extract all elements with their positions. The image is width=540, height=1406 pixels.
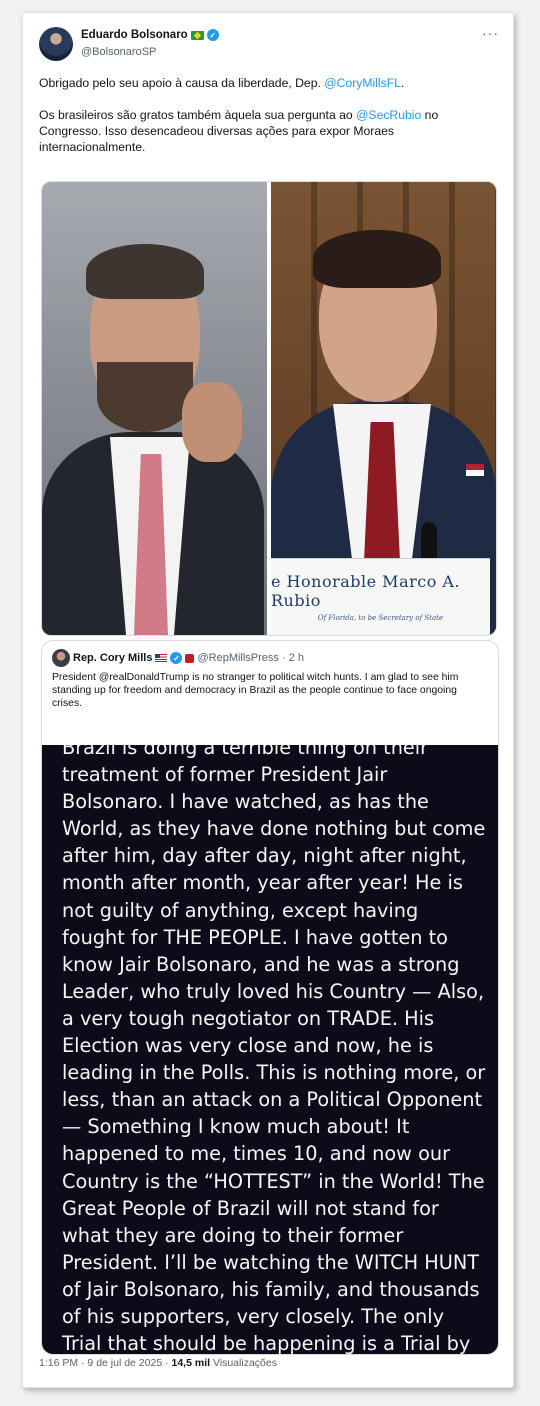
quoted-author-handle: @RepMillsPress <box>197 652 279 664</box>
nameplate-title: e Honorable Marco A. Rubio <box>271 572 461 610</box>
author-name[interactable]: Eduardo Bolsonaro <box>81 29 188 41</box>
hand-shape <box>182 382 242 462</box>
flag-pin-icon <box>466 464 484 476</box>
author-handle[interactable]: @BolsonaroSP <box>81 46 156 58</box>
quoted-tweet-time: · 2 h <box>281 652 304 664</box>
verified-badge-icon: ✓ <box>206 29 219 41</box>
mention-link-secrubio[interactable]: @SecRubio <box>356 108 421 122</box>
tweet-card: Eduardo Bolsonaro ✓ @BolsonaroSP ··· Obr… <box>22 12 514 1388</box>
nameplate: e Honorable Marco A. Rubio Of Florida, t… <box>271 558 490 635</box>
tweet-timestamp[interactable]: 1:16 PM · 9 de jul de 2025 · <box>39 1357 172 1369</box>
verified-badge-icon: ✓ <box>170 652 183 664</box>
affiliation-badge-icon <box>185 653 195 663</box>
quoted-author-name: Rep. Cory Mills <box>73 652 153 664</box>
quoted-tweet[interactable]: Rep. Cory Mills ✓ @RepMillsPress · 2 h P… <box>41 640 499 1355</box>
us-flag-icon <box>155 654 168 662</box>
hair-shape <box>86 244 204 299</box>
photo-cory-mills[interactable] <box>42 182 267 635</box>
quoted-author-avatar <box>52 649 70 667</box>
quoted-tweet-image: Brazil is doing a terrible thing on thei… <box>42 745 498 1354</box>
tweet-p1-text: Obrigado pelo seu apoio à causa da liber… <box>39 76 325 90</box>
tweet-p1-end: . <box>400 76 405 90</box>
quoted-tweet-text: President @realDonaldTrump is no strange… <box>52 672 459 709</box>
author-avatar[interactable] <box>39 27 73 61</box>
nameplate-subtitle: Of Florida, to be Secretary of State <box>317 614 444 622</box>
beard-shape <box>97 362 193 432</box>
photo-marco-rubio[interactable]: e Honorable Marco A. Rubio Of Florida, t… <box>271 182 496 635</box>
hair-shape <box>313 230 441 288</box>
tweet-paragraph-2: Os brasileiros são gratos também àquela … <box>39 107 499 155</box>
views-label: Visualizações <box>210 1357 277 1369</box>
brazil-flag-icon <box>190 30 204 40</box>
tweet-p2-text: Os brasileiros são gratos também àquela … <box>39 108 357 122</box>
views-count: 14,5 mil <box>171 1357 211 1369</box>
author-name-row: Eduardo Bolsonaro ✓ <box>81 29 219 41</box>
tweet-meta: 1:16 PM · 9 de jul de 2025 · 14,5 mil Vi… <box>39 1357 277 1369</box>
tweet-text: Obrigado pelo seu apoio à causa da liber… <box>39 75 499 171</box>
quoted-tweet-header: Rep. Cory Mills ✓ @RepMillsPress · 2 h <box>52 649 304 667</box>
tweet-paragraph-1: Obrigado pelo seu apoio à causa da liber… <box>39 75 499 91</box>
tweet-photos: e Honorable Marco A. Rubio Of Florida, t… <box>41 181 497 636</box>
more-options-icon[interactable]: ··· <box>482 25 499 41</box>
quoted-image-statement: Brazil is doing a terrible thing on thei… <box>62 745 486 1354</box>
mention-link-corymillsfl[interactable]: @CoryMillsFL <box>324 76 401 90</box>
